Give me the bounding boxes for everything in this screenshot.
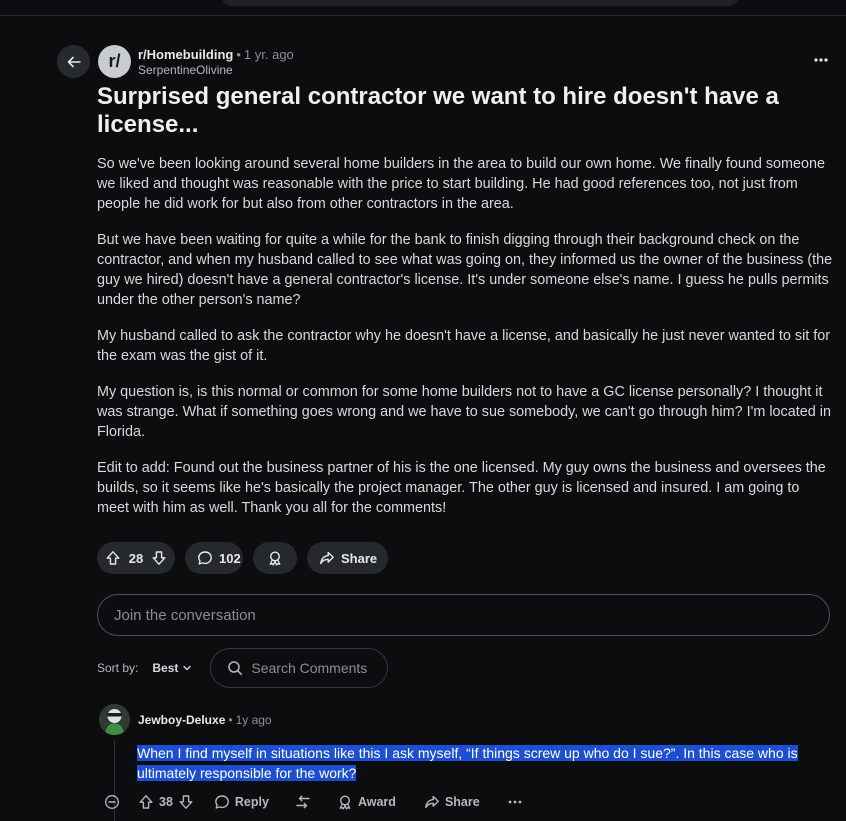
more-horizontal-icon [814,58,828,62]
comment-actions: 38 Reply Award Share [104,791,522,813]
arrow-left-icon [66,54,82,70]
comment-username[interactable]: Jewboy-Deluxe [138,713,225,727]
vote-control: 28 [97,542,175,574]
comment-body: When I find myself in situations like th… [137,743,817,783]
award-icon [267,550,283,566]
post-paragraph: My question is, is this normal or common… [97,384,831,440]
crosspost-icon [295,794,311,810]
separator-dot: • [228,713,233,727]
sort-toolbar: Sort by: Best Search Comments [97,648,389,688]
award-icon [337,794,353,810]
search-comments-input[interactable]: Search Comments [210,648,389,688]
post-body: So we've been looking around several hom… [97,154,835,534]
post-age: 1 yr. ago [243,47,294,62]
comment-more-button[interactable] [508,800,522,804]
post-paragraph: But we have been waiting for quite a whi… [97,232,833,308]
award-button[interactable]: Award [337,794,396,810]
post-paragraph: My husband called to ask the contractor … [97,328,831,364]
separator-dot: • [236,47,241,62]
more-horizontal-icon [508,800,522,804]
crosspost-button[interactable] [295,794,311,810]
share-button[interactable]: Share [424,794,480,810]
join-placeholder: Join the conversation [114,606,256,624]
sort-value: Best [152,661,179,675]
comment-icon [214,794,230,810]
search-icon [227,660,243,676]
upvote-icon[interactable] [138,794,154,810]
upvote-icon[interactable] [105,550,121,566]
share-label: Share [444,795,480,809]
top-search-bar[interactable] [220,0,740,6]
search-placeholder: Search Comments [251,660,368,676]
comment-text-selected: When I find myself in situations like th… [137,745,798,781]
subreddit-avatar[interactable]: r/ [98,45,131,78]
post-actions: 28 102 Share [97,542,388,574]
comment-age: 1y ago [235,713,272,727]
reply-button[interactable]: Reply [214,794,269,810]
share-icon [424,794,440,810]
comment-vote-control: 38 [138,794,194,810]
post-meta: r/Homebuilding • 1 yr. ago [138,47,294,63]
chevron-down-icon [182,663,192,673]
join-conversation-input[interactable]: Join the conversation [97,594,830,636]
vote-count: 28 [128,550,144,566]
downvote-icon[interactable] [178,794,194,810]
award-button[interactable] [253,542,297,574]
more-options-button[interactable] [808,50,834,70]
sort-dropdown[interactable]: Best [152,661,192,675]
reply-label: Reply [234,795,269,809]
post-title: Surprised general contractor we want to … [97,83,779,138]
post-paragraph: So we've been looking around several hom… [97,156,826,212]
comment-vote-count: 38 [159,795,173,809]
collapse-thread-button[interactable] [104,794,124,810]
comment-meta: Jewboy-Deluxe • 1y ago [138,713,272,727]
share-button[interactable]: Share [307,542,388,574]
top-bar [0,0,846,16]
comment-count: 102 [219,550,241,566]
avatar[interactable] [99,704,130,735]
collapse-icon [104,794,120,810]
post-author[interactable]: SerpentineOlivine [138,63,233,77]
downvote-icon[interactable] [151,550,167,566]
subreddit-link[interactable]: r/Homebuilding [138,47,233,62]
post-paragraph: Edit to add: Found out the business part… [97,460,826,516]
comment-icon [197,550,213,566]
share-label: Share [341,550,378,566]
back-button[interactable] [57,45,90,78]
award-label: Award [357,795,396,809]
share-icon [319,550,335,566]
sort-label: Sort by: [97,661,139,675]
comments-button[interactable]: 102 [185,542,243,574]
